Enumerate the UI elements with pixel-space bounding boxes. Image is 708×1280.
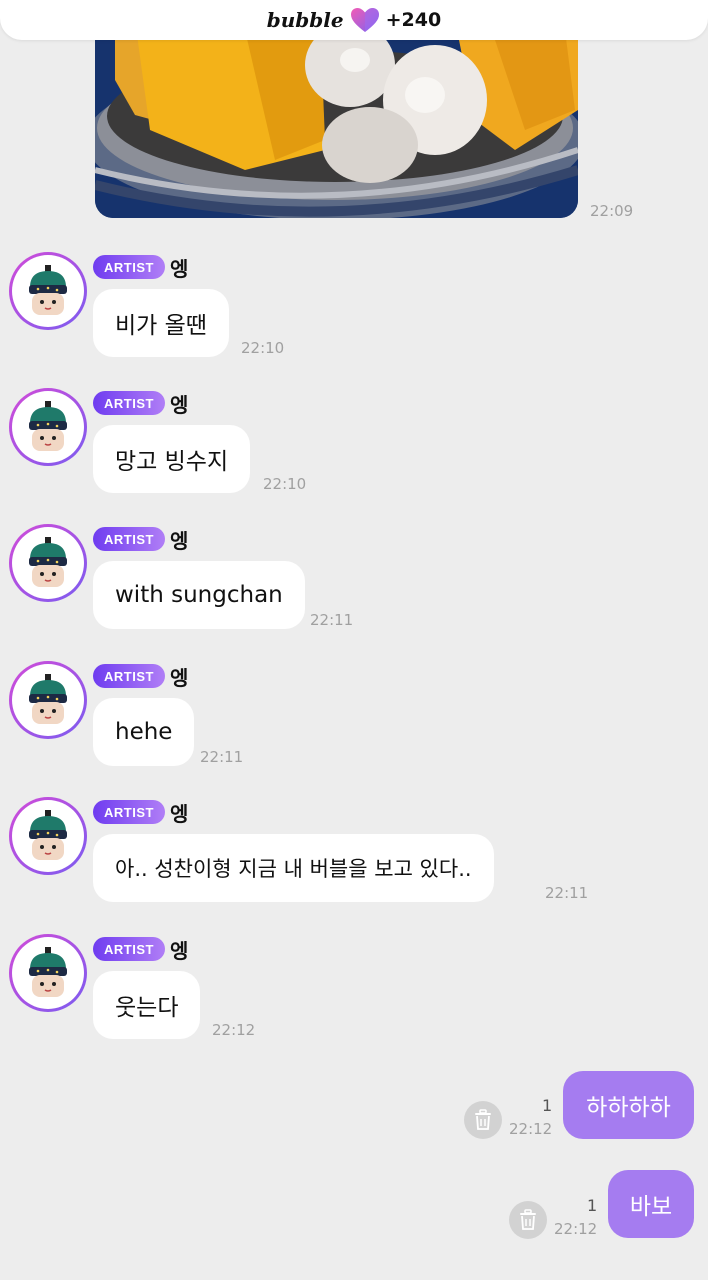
message-bubble[interactable]: 웃는다 [93,971,201,1039]
artist-badge: ARTIST [93,391,165,415]
trash-icon [520,1209,536,1230]
character-icon [29,401,67,451]
message-time: 22:12 [554,1220,598,1238]
artist-avatar[interactable] [9,661,87,739]
artist-name: 엥 [170,529,189,553]
message-time: 22:10 [263,475,307,493]
character-icon [29,674,67,724]
artist-badge: ARTIST [93,800,165,824]
bubble-count: +240 [385,9,442,31]
app-logo: bubble [266,8,344,32]
character-icon [29,810,67,860]
artist-avatar[interactable] [9,524,87,602]
artist-message: ARTIST 엥 망고 빙수지 22:10 [0,388,708,508]
character-icon [29,537,67,587]
heart-icon [350,7,380,33]
artist-name: 엥 [170,939,189,963]
artist-avatar[interactable] [9,252,87,330]
dessert-photo [95,20,578,218]
artist-name: 엥 [170,257,189,281]
artist-message: ARTIST 엥 with sungchan 22:11 [0,524,708,644]
artist-badge: ARTIST [93,664,165,688]
character-icon [29,947,67,997]
trash-icon [475,1109,491,1130]
artist-avatar[interactable] [9,934,87,1012]
photo-message[interactable] [95,20,578,218]
delete-message-button[interactable] [509,1201,547,1239]
artist-badge: ARTIST [93,527,165,551]
artist-badge: ARTIST [93,255,165,279]
message-bubble[interactable]: 비가 올땐 [93,289,229,357]
message-bubble[interactable]: 망고 빙수지 [93,425,251,493]
message-bubble[interactable]: 아.. 성찬이형 지금 내 버블을 보고 있다.. [93,834,494,902]
artist-message: ARTIST 엥 hehe 22:11 [0,661,708,781]
own-message-bubble[interactable]: 하하하하 [563,1071,694,1139]
message-time: 22:12 [212,1021,256,1039]
artist-name: 엥 [170,393,189,417]
message-time: 22:12 [509,1120,553,1138]
top-header: bubble +240 [0,0,708,40]
artist-name: 엥 [170,802,189,826]
unread-count: 1 [587,1196,598,1215]
artist-message: ARTIST 엥 비가 올땐 22:10 [0,252,708,372]
artist-avatar[interactable] [9,388,87,466]
artist-avatar[interactable] [9,797,87,875]
character-icon [29,265,67,315]
message-time: 22:11 [200,748,244,766]
message-time: 22:11 [545,884,589,902]
artist-message: ARTIST 엥 아.. 성찬이형 지금 내 버블을 보고 있다.. 22:11 [0,797,708,917]
message-bubble[interactable]: hehe [93,698,195,766]
message-time: 22:11 [310,611,354,629]
own-message-bubble[interactable]: 바보 [608,1170,694,1238]
artist-name: 엥 [170,666,189,690]
delete-message-button[interactable] [464,1101,502,1139]
artist-message: ARTIST 엥 웃는다 22:12 [0,934,708,1054]
message-time: 22:10 [241,339,285,357]
photo-time: 22:09 [590,202,634,220]
unread-count: 1 [542,1096,553,1115]
message-bubble[interactable]: with sungchan [93,561,305,629]
artist-badge: ARTIST [93,937,165,961]
chat-screen: 22:09 bubble +240 ARTIST 엥 비가 올땐 22:10 A… [0,0,708,1280]
